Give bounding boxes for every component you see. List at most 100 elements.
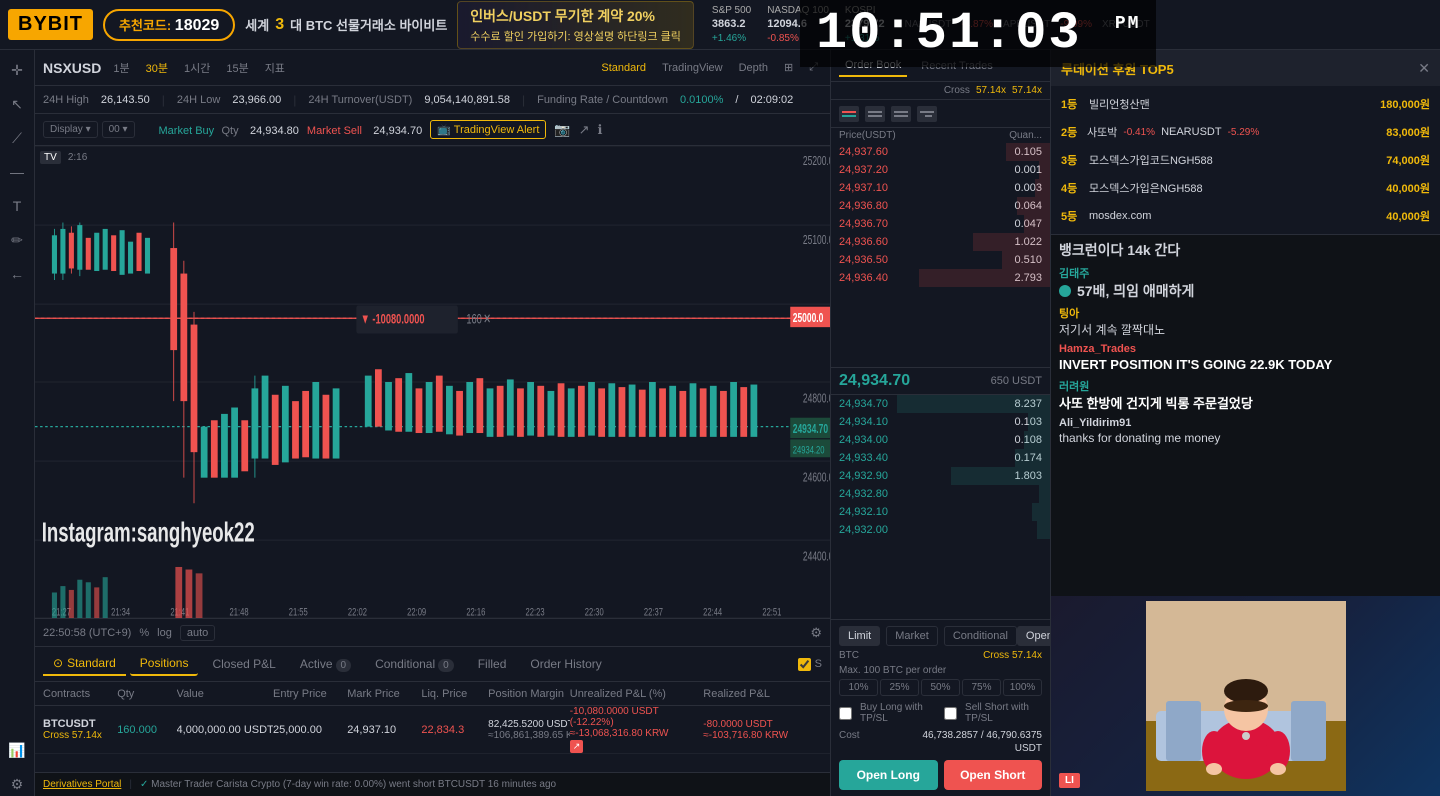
log-toggle[interactable]: log (157, 627, 172, 639)
svg-text:24934.70: 24934.70 (793, 422, 828, 436)
ob-ask-row[interactable]: 24,936.70 0.047 (831, 215, 1050, 233)
auto-scale-btn[interactable]: auto (180, 625, 215, 641)
chat-msg-2: 김태주 57배, 믜임 애매하게 (1059, 265, 1432, 302)
stream-close-btn[interactable]: ✕ (1418, 60, 1430, 77)
ob-bid-row[interactable]: 24,934.00 0.108 (831, 431, 1050, 449)
tab-standard[interactable]: ⊙ Standard (43, 652, 126, 676)
chart-settings-icon[interactable]: ⚙ (810, 625, 822, 641)
ob-ask-row[interactable]: 24,937.20 0.001 (831, 161, 1050, 179)
ob-layout-asks[interactable] (865, 106, 885, 122)
sell-short-tpsl-checkbox[interactable] (944, 707, 957, 720)
brush-icon[interactable]: ✏ (5, 228, 29, 252)
ad-line2: 수수료 할인 가입하기: 영상설명 하단링크 클릭 (470, 28, 681, 44)
back-icon[interactable]: ← (5, 262, 29, 286)
ob-ask-row[interactable]: 24,936.60 1.022 (831, 233, 1050, 251)
col-contracts: Contracts (43, 688, 117, 700)
conditional-btn[interactable]: Conditional (944, 626, 1017, 646)
ob-layout-both[interactable] (839, 106, 859, 122)
ob-bid-row[interactable]: 24,934.70 8.237 (831, 395, 1050, 413)
tab-conditional[interactable]: Conditional0 (365, 653, 464, 675)
pct-100-btn[interactable]: 100% (1003, 679, 1042, 696)
chart-interval-30m[interactable]: 30분 (142, 58, 172, 78)
close-position-icon[interactable]: ↗ (570, 740, 584, 753)
pct-50-btn[interactable]: 50% (921, 679, 960, 696)
open-short-btn[interactable]: Open Short (944, 760, 1043, 790)
ob-bid-row[interactable]: 24,934.10 0.103 (831, 413, 1050, 431)
info-icon[interactable]: ℹ (597, 122, 602, 138)
ob-layout-icons (831, 100, 1050, 128)
stream-panel: 루데이션 후원 TOP5 ✕ 1등 빌리언청산맨 180,000원 2등 사또박… (1050, 50, 1440, 796)
chat-msg-6: Ali_Yildirim91 thanks for donating me mo… (1059, 417, 1432, 447)
text-icon[interactable]: T (5, 194, 29, 218)
crosshair-icon[interactable]: ✛ (5, 58, 29, 82)
cross-info-bar: Cross 57.14x 57.14x (831, 82, 1050, 100)
ad-banner[interactable]: 인버스/USDT 무기한 계약 20% 수수료 할인 가입하기: 영상설명 하단… (457, 1, 694, 49)
tradingview-alert-btn[interactable]: 📺 TradingView Alert (430, 120, 546, 139)
grid-btn[interactable]: ⊞ (780, 59, 797, 76)
trend-line-icon[interactable]: ⟋ (5, 126, 29, 150)
svg-text:22:16: 22:16 (466, 606, 485, 618)
ad-line1: 인버스/USDT 무기한 계약 20% (470, 6, 681, 26)
tab-positions[interactable]: Positions (130, 652, 199, 676)
news-text: ✓ Master Trader Carista Crypto (7-day wi… (140, 779, 556, 790)
ob-bid-row[interactable]: 24,932.90 1.803 (831, 467, 1050, 485)
qty-mode-btn[interactable]: 00 ▾ (102, 121, 135, 138)
chart-canvas: 25200.0 25100.0 25000.0 24800.0 24600.0 … (35, 146, 830, 618)
col-upnl: Unrealized P&L (%) (570, 688, 704, 700)
top5-item-2: 2등 사또박 -0.41% NEARUSDT -5.29% 83,000원 (1051, 118, 1440, 146)
tabs-row: ⊙ Standard Positions Closed P&L Active0 … (35, 646, 830, 682)
ob-layout-bids[interactable] (891, 106, 911, 122)
buy-long-tpsl-label: Buy Long with TP/SL (860, 702, 936, 724)
promo-code-box[interactable]: 추천코드: 18029 (103, 9, 235, 41)
tab-active[interactable]: Active0 (290, 653, 361, 675)
position-liq: 22,834.3 (421, 724, 488, 736)
pct-25-btn[interactable]: 25% (880, 679, 919, 696)
open-long-btn[interactable]: Open Long (839, 760, 938, 790)
chart-interval-15m[interactable]: 15분 (222, 58, 252, 78)
ob-bid-row[interactable]: 24,932.10 (831, 503, 1050, 521)
tab-closed-pnl[interactable]: Closed P&L (202, 653, 285, 675)
chart-interval-1h[interactable]: 1시간 (180, 58, 214, 78)
settings-checkbox[interactable] (798, 658, 811, 671)
standard-view-btn[interactable]: Standard (597, 60, 650, 76)
camera-icon[interactable]: 📷 (554, 122, 570, 138)
pct-75-btn[interactable]: 75% (962, 679, 1001, 696)
max-order-info: Max. 100 BTC per order (839, 665, 1042, 676)
derivatives-link[interactable]: Derivatives Portal (43, 779, 121, 790)
horizontal-line-icon[interactable]: — (5, 160, 29, 184)
positions-table: Contracts Qty Value Entry Price Mark Pri… (35, 682, 830, 772)
chart-interval-1m[interactable]: 1분 (109, 58, 133, 78)
ob-ask-row[interactable]: 24,937.60 0.105 (831, 143, 1050, 161)
ob-ask-row[interactable]: 24,936.50 0.510 (831, 251, 1050, 269)
ob-ask-row[interactable]: 24,936.80 0.064 (831, 197, 1050, 215)
position-entry: 25,000.00 (273, 724, 347, 736)
percentage-toggle[interactable]: % (139, 627, 149, 639)
indicator-icon[interactable]: 📊 (5, 738, 29, 762)
settings-tool-icon[interactable]: ⚙ (5, 772, 29, 796)
market-btn[interactable]: Market (886, 626, 938, 646)
depth-btn[interactable]: Depth (735, 60, 772, 76)
promo-code-label: 추천코드: (119, 18, 171, 33)
cursor-icon[interactable]: ↖ (5, 92, 29, 116)
share-icon[interactable]: ↗ (579, 122, 590, 138)
buy-long-tpsl-checkbox[interactable] (839, 707, 852, 720)
chat-msg-1: 뱅크런이다 14k 간다 (1059, 241, 1432, 261)
ob-bid-row[interactable]: 24,932.00 (831, 521, 1050, 539)
ob-bid-row[interactable]: 24,932.80 (831, 485, 1050, 503)
ob-bid-row[interactable]: 24,933.40 0.174 (831, 449, 1050, 467)
tab-order-history[interactable]: Order History (520, 653, 611, 675)
chart-symbol: NSXUSD (43, 60, 101, 76)
chart-indicator-btn[interactable]: 지표 (261, 58, 289, 78)
ob-ask-row[interactable]: 24,937.10 0.003 (831, 179, 1050, 197)
ob-ask-row[interactable]: 24,936.40 2.793 (831, 269, 1050, 287)
display-mode-btn[interactable]: Display ▾ (43, 121, 98, 138)
limit-btn[interactable]: Limit (839, 626, 880, 646)
col-mark: Mark Price (347, 688, 421, 700)
top5-item-4: 4등 모스덱스가입은NGH588 40,000원 (1051, 174, 1440, 202)
pct-10-btn[interactable]: 10% (839, 679, 878, 696)
ob-layout-merged[interactable] (917, 106, 937, 122)
open-buttons: Open Long Open Short (839, 760, 1042, 790)
tab-filled[interactable]: Filled (468, 653, 517, 675)
tradingview-btn[interactable]: TradingView (658, 60, 727, 76)
svg-text:✕: ✕ (483, 310, 491, 327)
